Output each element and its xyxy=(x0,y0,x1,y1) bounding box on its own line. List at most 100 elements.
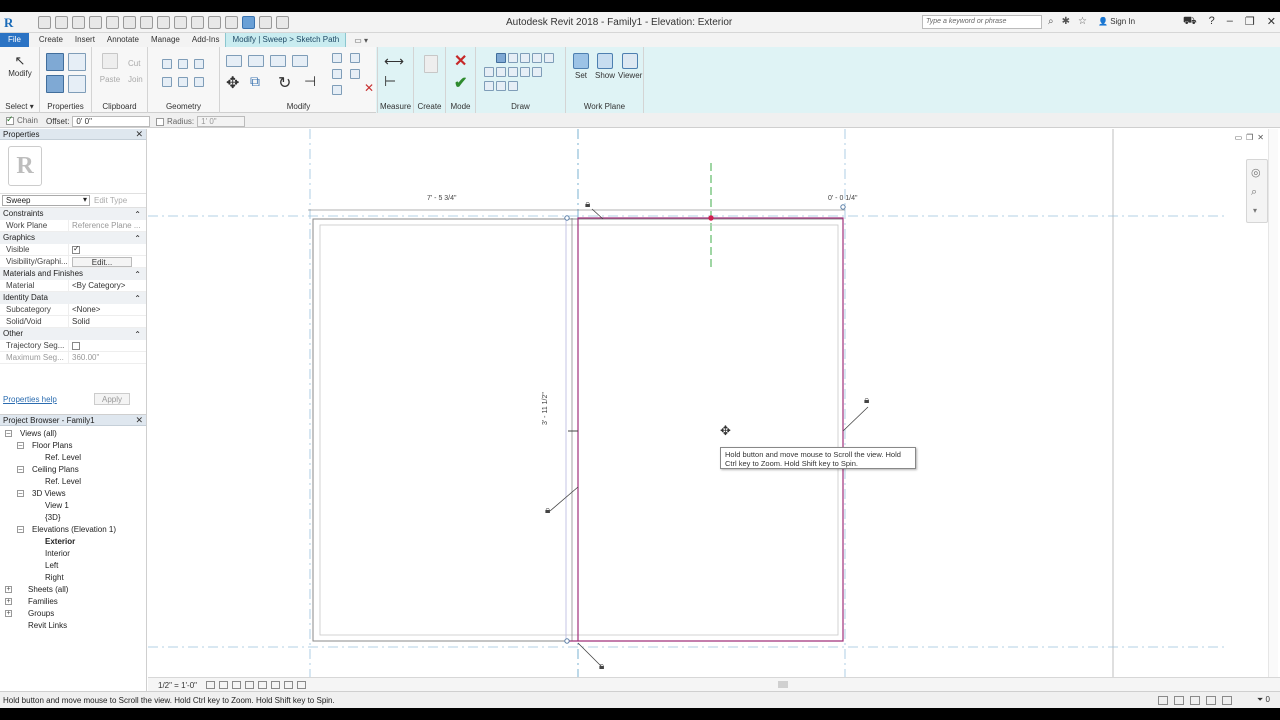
lock-icon[interactable]: 🔒︎ xyxy=(599,661,604,672)
edit-type-button[interactable]: Edit Type xyxy=(94,196,127,205)
sun-path-icon[interactable] xyxy=(232,681,241,689)
mirror-axis-icon[interactable] xyxy=(270,55,286,67)
join-geometry-icon[interactable] xyxy=(194,59,204,69)
radius-checkbox[interactable] xyxy=(156,117,164,126)
tree-3d[interactable]: {3D} xyxy=(0,512,146,524)
properties-icon[interactable] xyxy=(46,53,64,71)
sync-icon[interactable] xyxy=(72,16,85,29)
set-work-plane-button[interactable]: Set xyxy=(570,53,592,80)
finish-edit-icon[interactable]: ✔ xyxy=(454,73,467,93)
tag-icon[interactable] xyxy=(174,16,187,29)
selection-filter[interactable]: ⏷ 0 xyxy=(1257,695,1270,705)
help-search-input[interactable]: Type a keyword or phrase xyxy=(922,15,1042,29)
split-face-icon[interactable] xyxy=(162,77,172,87)
family-types-icon[interactable] xyxy=(46,75,64,93)
horizontal-scroll-thumb[interactable] xyxy=(778,681,788,688)
trajectory-checkbox[interactable] xyxy=(72,342,80,350)
show-crop-icon[interactable] xyxy=(271,681,280,689)
prop-value-subcategory[interactable]: <None> xyxy=(68,304,146,315)
app-logo[interactable]: R xyxy=(4,15,13,31)
type-selector[interactable]: Sweep xyxy=(2,195,90,206)
expand-icon[interactable]: + xyxy=(5,598,12,605)
tree-views[interactable]: – Views (all) xyxy=(0,428,146,440)
network-icon[interactable]: ✱ xyxy=(1062,16,1070,27)
cope-icon[interactable] xyxy=(162,59,172,69)
cut-geometry-icon[interactable] xyxy=(178,59,188,69)
viewer-button[interactable]: Viewer xyxy=(618,53,642,80)
line-tool-icon[interactable] xyxy=(496,53,506,63)
tree-floor-plans[interactable]: – Floor Plans xyxy=(0,440,146,452)
exchange-icon[interactable]: ⛟ xyxy=(1183,15,1197,29)
pick-lines-icon[interactable] xyxy=(508,81,518,91)
lock-icon[interactable]: 🔒︎ xyxy=(545,505,550,516)
prop-value-solid-void[interactable]: Solid xyxy=(68,316,146,327)
close-browser-icon[interactable]: ✕ xyxy=(135,415,143,426)
aligned-dimension-icon[interactable]: ⊢ xyxy=(384,73,396,90)
tree-ceiling-plan-ref-level[interactable]: Ref. Level xyxy=(0,476,146,488)
align-icon[interactable] xyxy=(226,55,242,67)
drawing-area[interactable]: 7' - 5 3/4" 0' - 0 1/4" 3' - 11 1/2" 🔒︎ … xyxy=(148,129,1280,677)
split-icon[interactable] xyxy=(332,53,342,63)
tree-interior[interactable]: Interior xyxy=(0,548,146,560)
tree-elevations[interactable]: – Elevations (Elevation 1) xyxy=(0,524,146,536)
tab-create[interactable]: Create xyxy=(33,33,69,47)
tree-view-1[interactable]: View 1 xyxy=(0,500,146,512)
unpin-icon[interactable] xyxy=(350,53,360,63)
collapse-icon[interactable]: – xyxy=(17,442,24,449)
rotate-icon[interactable]: ↻ xyxy=(278,73,291,93)
expand-icon[interactable]: + xyxy=(5,586,12,593)
crop-view-icon[interactable] xyxy=(258,681,267,689)
close-icon[interactable]: ✕ xyxy=(1267,15,1276,29)
redo-icon[interactable] xyxy=(106,16,119,29)
tangent-arc-icon[interactable] xyxy=(508,67,518,77)
tab-annotate[interactable]: Annotate xyxy=(101,33,145,47)
fillet-arc-icon[interactable] xyxy=(520,67,530,77)
move-icon[interactable]: ✥ xyxy=(226,73,239,93)
partial-ellipse-icon[interactable] xyxy=(496,81,506,91)
apply-button[interactable]: Apply xyxy=(94,393,130,405)
tab-add-ins[interactable]: Add-Ins xyxy=(186,33,226,47)
tree-revit-links[interactable]: Revit Links xyxy=(0,620,146,632)
print-icon[interactable] xyxy=(123,16,136,29)
vertical-scrollbar[interactable] xyxy=(1268,129,1278,677)
circumscribed-polygon-icon[interactable] xyxy=(532,53,542,63)
select-underlay-icon[interactable] xyxy=(1174,696,1184,705)
group-constraints[interactable]: Constraints xyxy=(0,208,146,221)
cut-button[interactable]: Cut xyxy=(128,59,140,68)
rectangle-tool-icon[interactable] xyxy=(508,53,518,63)
close-hidden-icon[interactable] xyxy=(259,16,272,29)
modify-button[interactable]: ↖ Modify xyxy=(6,53,34,78)
prop-value-material[interactable]: <By Category> xyxy=(68,280,146,291)
tab-file[interactable]: File xyxy=(0,33,29,47)
chain-checkbox[interactable] xyxy=(6,114,14,125)
properties-help-link[interactable]: Properties help xyxy=(3,395,57,404)
paste-button[interactable]: Paste xyxy=(96,75,124,84)
radius-input[interactable]: 1' 0" xyxy=(197,116,246,127)
circle-tool-icon[interactable] xyxy=(544,53,554,63)
reveal-hidden-icon[interactable] xyxy=(297,681,306,689)
tree-sheets[interactable]: + Sheets (all) xyxy=(0,584,146,596)
trim-icon[interactable]: ⊣ xyxy=(304,73,316,90)
spline-icon[interactable] xyxy=(532,67,542,77)
offset-input[interactable]: 0' 0" xyxy=(72,116,151,127)
family-category-icon[interactable] xyxy=(68,75,86,93)
pin-icon[interactable] xyxy=(332,85,342,95)
text-icon[interactable] xyxy=(191,16,204,29)
tree-groups[interactable]: + Groups xyxy=(0,608,146,620)
join-button[interactable]: Join xyxy=(128,75,143,84)
center-arc-icon[interactable] xyxy=(496,67,506,77)
tree-exterior[interactable]: Exterior xyxy=(0,536,146,548)
paste-icon[interactable] xyxy=(102,53,118,69)
dimension-text-vertical[interactable]: 3' - 11 1/2" xyxy=(542,392,549,425)
steering-wheel-icon[interactable]: ◎ xyxy=(1251,166,1261,179)
dimension-text-top-left[interactable]: 7' - 5 3/4" xyxy=(427,195,457,202)
sketch-endpoint[interactable] xyxy=(564,638,570,644)
section-icon[interactable] xyxy=(225,16,238,29)
offset-icon[interactable] xyxy=(248,55,264,67)
copy-icon[interactable]: ⧉ xyxy=(250,73,260,90)
thin-lines-icon[interactable] xyxy=(242,16,255,29)
sketch-endpoint[interactable] xyxy=(840,204,846,210)
3d-view-icon[interactable] xyxy=(208,16,221,29)
select-by-face-icon[interactable] xyxy=(1206,696,1216,705)
measure-tool-icon[interactable]: ⟷ xyxy=(384,53,404,70)
